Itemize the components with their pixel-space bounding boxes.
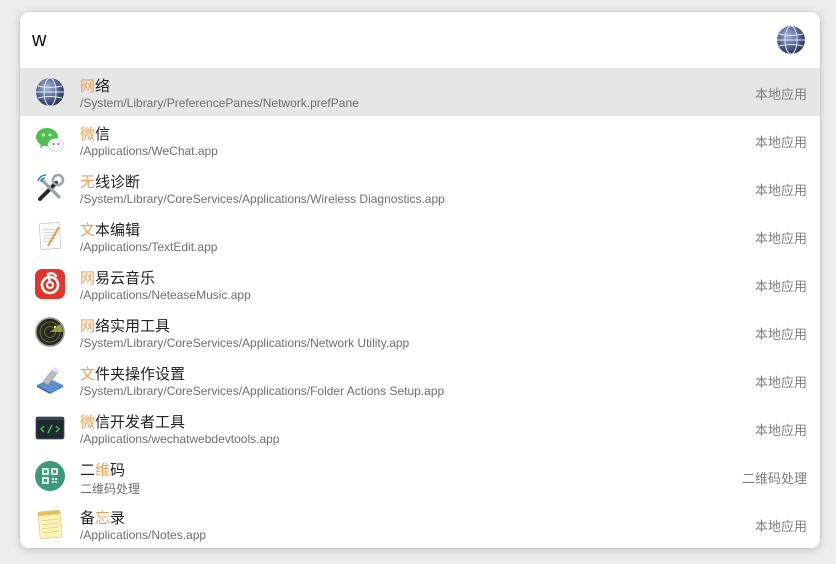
textedit-icon (38, 222, 62, 250)
result-kind: 本地应用 (754, 327, 807, 342)
netease-music-icon (35, 269, 65, 299)
results-list: 网络 /System/Library/PreferencePanes/Netwo… (20, 68, 820, 548)
result-path: /System/Library/CoreServices/Application… (80, 336, 410, 350)
result-item[interactable]: 微信 /Applications/WeChat.app 本地应用 (20, 116, 820, 164)
globe-icon (777, 25, 805, 55)
result-title: 网络 (80, 78, 111, 95)
result-item[interactable]: 网络 /System/Library/PreferencePanes/Netwo… (20, 68, 820, 116)
result-path: /Applications/WeChat.app (80, 144, 218, 158)
result-kind: 本地应用 (754, 423, 807, 438)
result-title: 二维码 (80, 462, 126, 479)
network-utility-icon (35, 317, 65, 347)
wireless-diagnostics-icon (37, 173, 65, 201)
qr-code-icon (35, 461, 65, 491)
result-kind: 本地应用 (754, 375, 807, 390)
result-path: /System/Library/PreferencePanes/Network.… (80, 96, 359, 110)
result-item[interactable]: 文件夹操作设置 /System/Library/CoreServices/App… (20, 356, 820, 404)
network-globe-icon (36, 77, 64, 107)
result-item[interactable]: 文本编辑 /Applications/TextEdit.app 本地应用 (20, 212, 820, 260)
result-item[interactable]: 备忘录 /Applications/Notes.app 本地应用 (20, 500, 820, 548)
result-kind: 本地应用 (754, 519, 807, 534)
result-title: 网易云音乐 (80, 270, 156, 287)
result-title: 文件夹操作设置 (80, 366, 186, 383)
result-title: 无线诊断 (80, 174, 141, 191)
search-bar (20, 12, 820, 68)
result-title: 微信 (80, 126, 111, 143)
result-kind: 本地应用 (754, 87, 807, 102)
result-path: /Applications/wechatwebdevtools.app (80, 432, 280, 446)
notes-icon (37, 509, 63, 540)
result-kind: 本地应用 (754, 279, 807, 294)
result-kind: 本地应用 (754, 135, 807, 150)
result-kind: 二维码处理 (741, 471, 807, 486)
result-item[interactable]: 网络实用工具 /System/Library/CoreServices/Appl… (20, 308, 820, 356)
wechat-icon (36, 128, 65, 153)
wechat-devtools-icon (35, 416, 65, 440)
result-item[interactable]: 无线诊断 /System/Library/CoreServices/Applic… (20, 164, 820, 212)
result-path: /System/Library/CoreServices/Application… (80, 192, 445, 206)
result-kind: 本地应用 (754, 231, 807, 246)
result-path: /System/Library/CoreServices/Application… (80, 384, 445, 398)
result-path: /Applications/Notes.app (80, 528, 207, 542)
result-title: 网络实用工具 (80, 318, 171, 335)
search-input[interactable] (30, 28, 734, 53)
launcher-panel: 网络 /System/Library/PreferencePanes/Netwo… (20, 12, 820, 548)
folder-actions-icon (37, 367, 63, 394)
result-item[interactable]: 网易云音乐 /Applications/NeteaseMusic.app 本地应… (20, 260, 820, 308)
result-item[interactable]: 二维码 二维码处理 二维码处理 (20, 452, 820, 500)
result-title: 文本编辑 (80, 222, 141, 239)
result-title: 备忘录 (80, 510, 126, 527)
result-item[interactable]: 微信开发者工具 /Applications/wechatwebdevtools.… (20, 404, 820, 452)
result-path: /Applications/NeteaseMusic.app (80, 288, 251, 302)
result-path: /Applications/TextEdit.app (80, 240, 218, 254)
result-path: 二维码处理 (80, 482, 141, 496)
result-kind: 本地应用 (754, 183, 807, 198)
result-title: 微信开发者工具 (80, 414, 186, 431)
